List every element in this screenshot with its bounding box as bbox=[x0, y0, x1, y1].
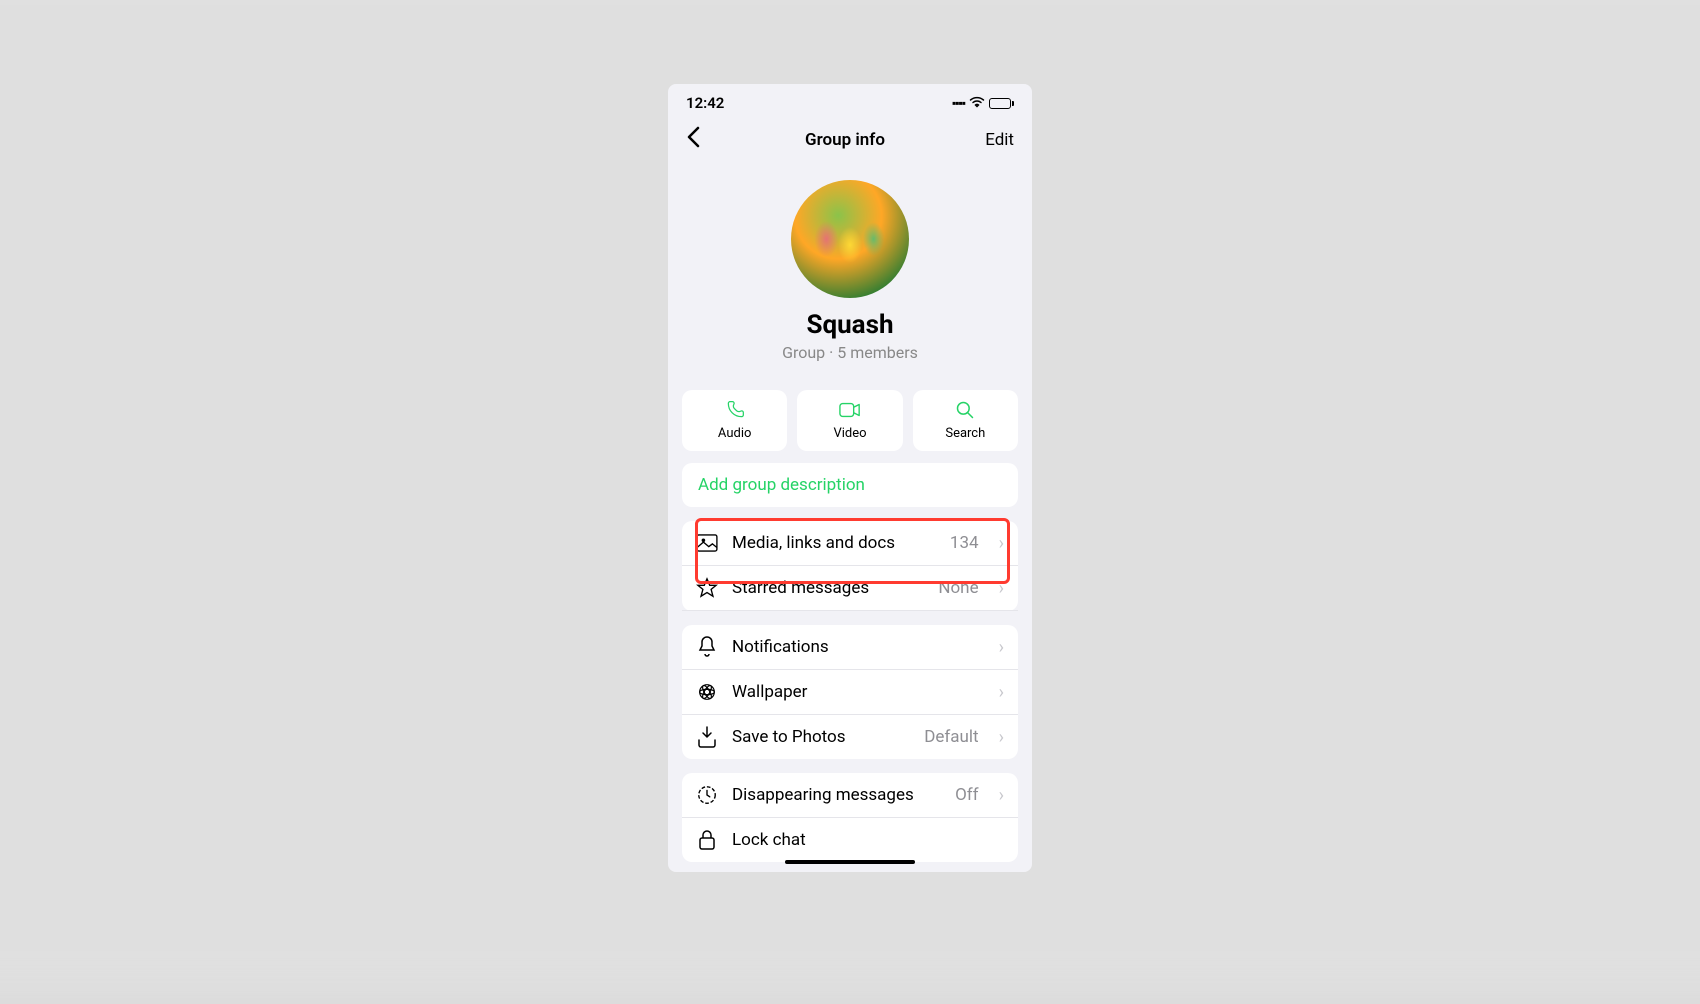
search-icon bbox=[955, 400, 975, 420]
starred-value: None bbox=[938, 578, 978, 598]
edit-button[interactable]: Edit bbox=[974, 130, 1014, 150]
wallpaper-icon bbox=[696, 681, 718, 703]
lock-chat-label: Lock chat bbox=[732, 830, 1004, 850]
chevron-right-icon: › bbox=[999, 682, 1004, 703]
chevron-right-icon: › bbox=[999, 727, 1004, 748]
chevron-right-icon: › bbox=[999, 785, 1004, 806]
wallpaper-label: Wallpaper bbox=[732, 682, 979, 702]
nav-bar: Group info Edit bbox=[668, 118, 1032, 162]
media-links-docs-row[interactable]: Media, links and docs 134 › bbox=[682, 521, 1018, 566]
back-button[interactable] bbox=[686, 126, 716, 154]
save-photos-label: Save to Photos bbox=[732, 727, 910, 747]
timer-icon bbox=[696, 784, 718, 806]
settings-section: Notifications › Wallpaper › Save to Phot… bbox=[682, 625, 1018, 759]
chevron-right-icon: › bbox=[999, 578, 1004, 599]
status-icons: ▪▪▪▪ bbox=[952, 94, 1014, 112]
battery-icon bbox=[989, 98, 1014, 109]
audio-label: Audio bbox=[718, 426, 751, 441]
wifi-icon bbox=[969, 94, 985, 112]
video-button[interactable]: Video bbox=[797, 390, 902, 451]
media-value: 134 bbox=[950, 533, 979, 553]
group-avatar[interactable] bbox=[791, 180, 909, 298]
notifications-row[interactable]: Notifications › bbox=[682, 625, 1018, 670]
status-time: 12:42 bbox=[686, 94, 724, 112]
home-indicator[interactable] bbox=[785, 860, 915, 864]
starred-messages-row[interactable]: Starred messages None › bbox=[682, 566, 1018, 611]
lock-icon bbox=[696, 829, 718, 851]
starred-label: Starred messages bbox=[732, 578, 924, 598]
disappearing-label: Disappearing messages bbox=[732, 785, 941, 805]
video-label: Video bbox=[833, 426, 866, 441]
status-bar: 12:42 ▪▪▪▪ bbox=[668, 84, 1032, 118]
video-icon bbox=[839, 400, 861, 420]
group-meta: Group · 5 members bbox=[782, 343, 918, 362]
nav-title: Group info bbox=[805, 130, 885, 150]
add-description-button[interactable]: Add group description bbox=[682, 463, 1018, 507]
notifications-label: Notifications bbox=[732, 637, 979, 657]
save-photos-value: Default bbox=[924, 727, 978, 747]
privacy-section: Disappearing messages Off › Lock chat bbox=[682, 773, 1018, 862]
lock-chat-row[interactable]: Lock chat bbox=[682, 818, 1018, 862]
image-icon bbox=[696, 532, 718, 554]
search-button[interactable]: Search bbox=[913, 390, 1018, 451]
phone-screen: 12:42 ▪▪▪▪ Group info Edit Squash Group … bbox=[668, 84, 1032, 872]
audio-button[interactable]: Audio bbox=[682, 390, 787, 451]
phone-icon bbox=[725, 400, 745, 420]
action-row: Audio Video Search bbox=[668, 376, 1032, 463]
chevron-right-icon: › bbox=[999, 637, 1004, 658]
star-icon bbox=[696, 577, 718, 599]
save-photos-row[interactable]: Save to Photos Default › bbox=[682, 715, 1018, 759]
media-section: Media, links and docs 134 › Starred mess… bbox=[682, 521, 1018, 611]
signal-icon: ▪▪▪▪ bbox=[952, 96, 965, 110]
disappearing-row[interactable]: Disappearing messages Off › bbox=[682, 773, 1018, 818]
description-section: Add group description bbox=[682, 463, 1018, 507]
group-header: Squash Group · 5 members bbox=[668, 162, 1032, 376]
media-label: Media, links and docs bbox=[732, 533, 936, 553]
disappearing-value: Off bbox=[955, 785, 979, 805]
chevron-right-icon: › bbox=[999, 533, 1004, 554]
group-name: Squash bbox=[806, 310, 893, 340]
search-label: Search bbox=[945, 426, 985, 441]
download-icon bbox=[696, 726, 718, 748]
wallpaper-row[interactable]: Wallpaper › bbox=[682, 670, 1018, 715]
bell-icon bbox=[696, 636, 718, 658]
